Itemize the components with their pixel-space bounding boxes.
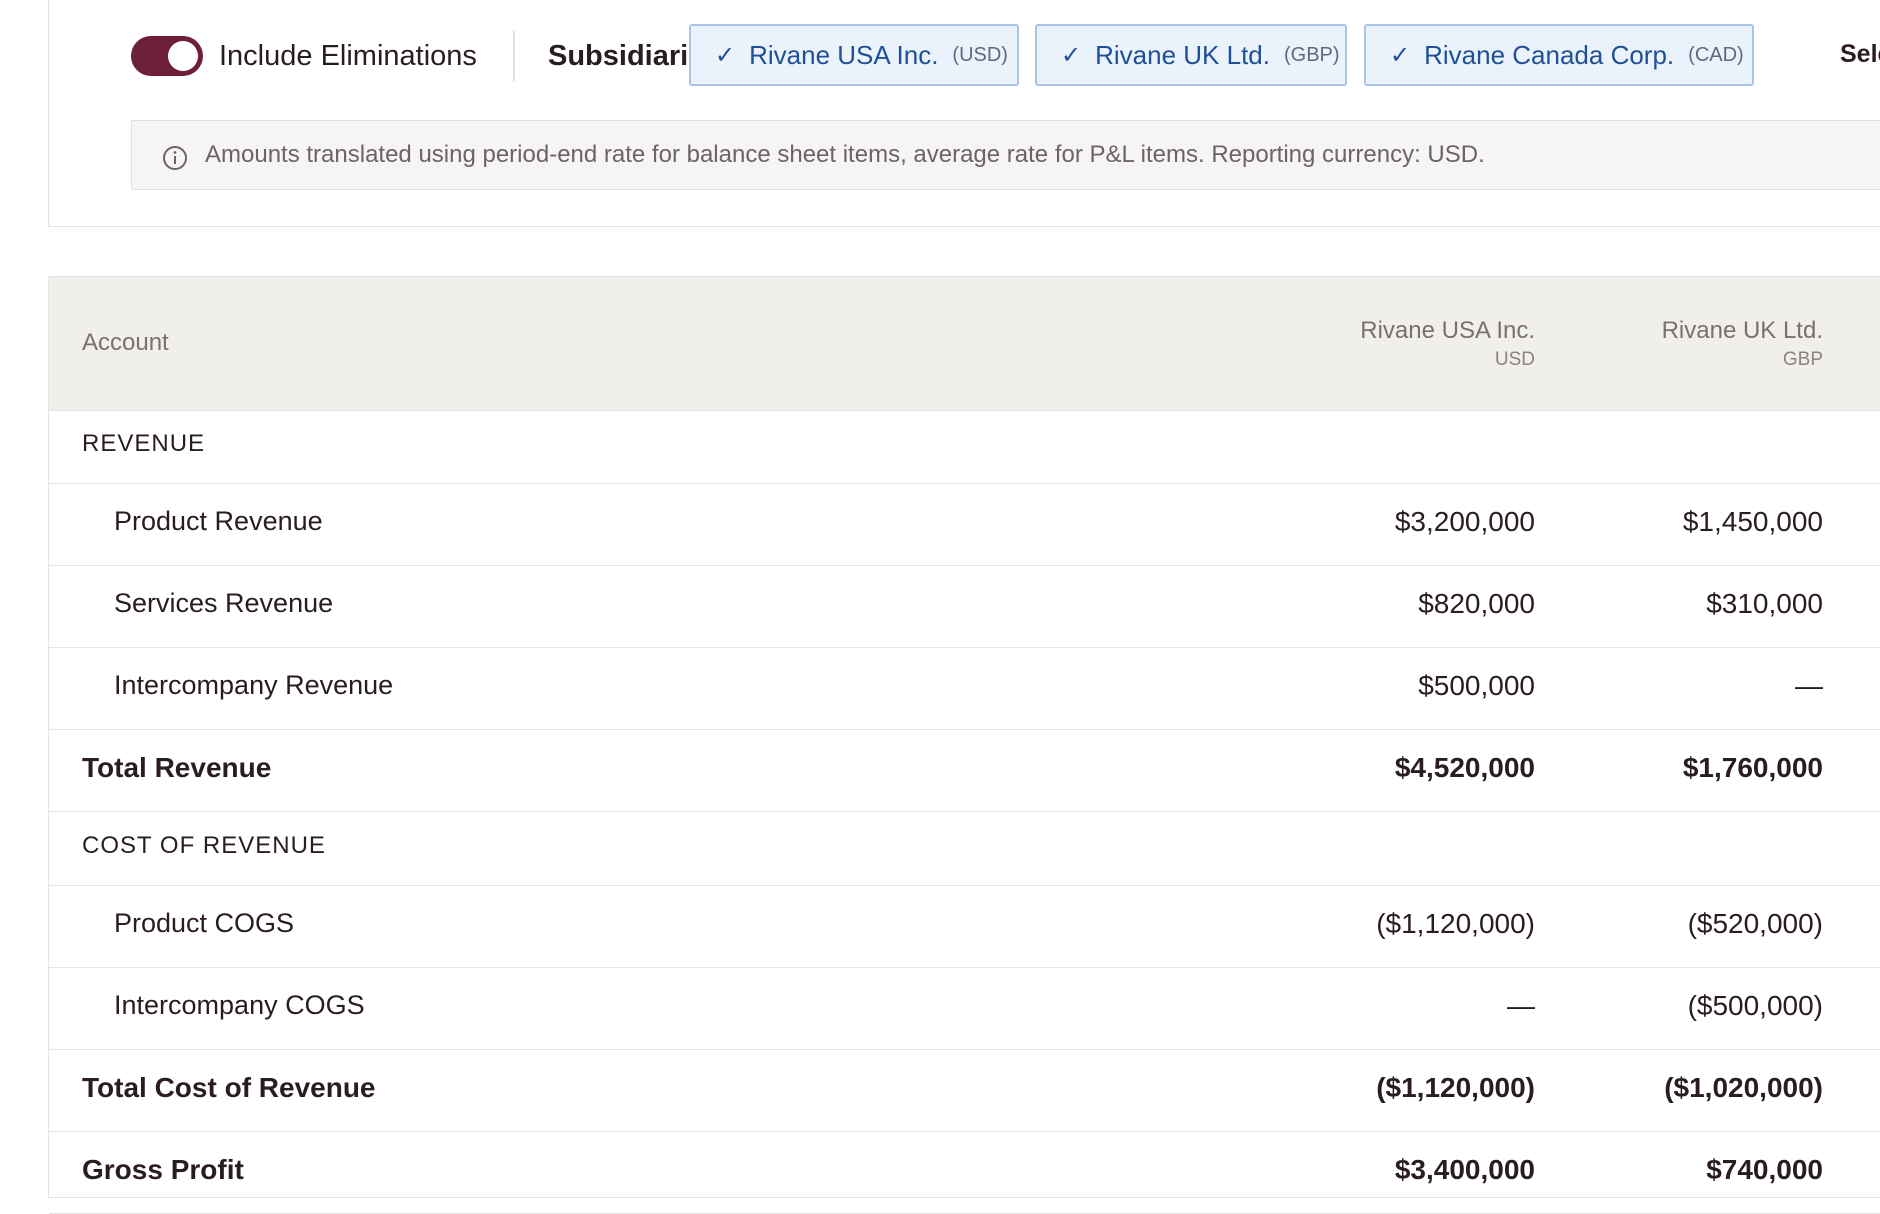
chip-name: Rivane USA Inc. bbox=[749, 39, 939, 70]
account-label: Total Revenue bbox=[82, 752, 272, 783]
amount-uk: ($500,000) bbox=[1687, 990, 1823, 1021]
subsidiary-chip-uk[interactable]: ✓ Rivane UK Ltd. (GBP) bbox=[1035, 24, 1347, 86]
column-header-usa: Rivane USA Inc. USD bbox=[1275, 316, 1535, 374]
amount-usa: $3,400,000 bbox=[1394, 1154, 1535, 1185]
table-row[interactable]: Services Revenue $820,000 $310,000 bbox=[49, 566, 1880, 648]
column-header-currency: GBP bbox=[1782, 349, 1823, 370]
total-row[interactable]: Total Revenue $4,520,000 $1,760,000 bbox=[49, 730, 1880, 812]
amount-uk: $740,000 bbox=[1706, 1154, 1823, 1185]
amount-usa: — bbox=[1507, 990, 1535, 1021]
info-text: Amounts translated using period-end rate… bbox=[205, 141, 1485, 168]
amount-uk: — bbox=[1795, 670, 1823, 701]
column-header-name: Rivane UK Ltd. bbox=[1661, 317, 1823, 344]
column-header-currency: USD bbox=[1494, 349, 1535, 370]
subsidiary-chip-usa[interactable]: ✓ Rivane USA Inc. (USD) bbox=[689, 24, 1019, 86]
toggle-knob bbox=[168, 41, 198, 71]
amount-uk: $310,000 bbox=[1706, 588, 1823, 619]
amount-usa: $4,520,000 bbox=[1394, 752, 1535, 783]
amount-uk: $1,760,000 bbox=[1682, 752, 1823, 783]
check-icon: ✓ bbox=[1061, 41, 1082, 69]
section-header-row: REVENUE bbox=[49, 410, 1880, 484]
info-icon bbox=[163, 146, 187, 170]
check-icon: ✓ bbox=[715, 41, 736, 69]
include-eliminations-toggle[interactable] bbox=[131, 36, 203, 76]
consolidated-income-table: Account Rivane USA Inc. USD Rivane UK Lt… bbox=[48, 276, 1880, 1214]
chip-name: Rivane UK Ltd. bbox=[1095, 39, 1270, 70]
amount-uk: ($520,000) bbox=[1687, 908, 1823, 939]
section-header-row: COST OF REVENUE bbox=[49, 812, 1880, 886]
amount-usa: $500,000 bbox=[1418, 670, 1535, 701]
account-label: Intercompany COGS bbox=[114, 990, 365, 1020]
total-row[interactable]: Gross Profit $3,400,000 $740,000 bbox=[49, 1132, 1880, 1214]
table-row[interactable]: Product Revenue $3,200,000 $1,450,000 bbox=[49, 484, 1880, 566]
amount-usa: $3,200,000 bbox=[1394, 506, 1535, 537]
subsidiary-chip-canada[interactable]: ✓ Rivane Canada Corp. (CAD) bbox=[1364, 24, 1754, 86]
filter-divider bbox=[513, 31, 515, 81]
chip-currency: (USD) bbox=[952, 43, 1008, 66]
account-label: Product Revenue bbox=[114, 506, 323, 536]
account-label: Services Revenue bbox=[114, 588, 334, 618]
account-label: COST OF REVENUE bbox=[82, 832, 326, 859]
account-label: Total Cost of Revenue bbox=[82, 1072, 376, 1103]
select-all-link[interactable]: Select A bbox=[1840, 40, 1880, 69]
column-header-uk: Rivane UK Ltd. GBP bbox=[1563, 316, 1823, 374]
amount-usa: ($1,120,000) bbox=[1376, 1072, 1535, 1103]
account-label: REVENUE bbox=[82, 430, 206, 457]
table-header: Account Rivane USA Inc. USD Rivane UK Lt… bbox=[49, 277, 1880, 411]
table-row[interactable]: Product COGS ($1,120,000) ($520,000) bbox=[49, 886, 1880, 968]
table-row[interactable]: Intercompany COGS — ($500,000) bbox=[49, 968, 1880, 1050]
translation-info-banner: Amounts translated using period-end rate… bbox=[131, 120, 1880, 190]
amount-usa: $820,000 bbox=[1418, 588, 1535, 619]
table-row[interactable]: Intercompany Revenue $500,000 — bbox=[49, 648, 1880, 730]
amount-uk: $1,450,000 bbox=[1682, 506, 1823, 537]
filter-panel: Include Eliminations Subsidiaries: ✓ Riv… bbox=[48, 0, 1880, 227]
check-icon: ✓ bbox=[1390, 41, 1411, 69]
amount-usa: ($1,120,000) bbox=[1376, 908, 1535, 939]
amount-uk: ($1,020,000) bbox=[1664, 1072, 1823, 1103]
column-header-name: Rivane USA Inc. bbox=[1360, 317, 1535, 344]
account-label: Gross Profit bbox=[82, 1154, 244, 1185]
chip-name: Rivane Canada Corp. bbox=[1424, 39, 1675, 70]
account-label: Product COGS bbox=[114, 908, 295, 938]
account-label: Intercompany Revenue bbox=[114, 670, 394, 700]
chip-currency: (GBP) bbox=[1283, 43, 1340, 66]
include-eliminations-label: Include Eliminations bbox=[219, 40, 477, 72]
total-row[interactable]: Total Cost of Revenue ($1,120,000) ($1,020… bbox=[49, 1050, 1880, 1132]
column-header-account: Account bbox=[82, 329, 169, 356]
chip-currency: (CAD) bbox=[1688, 43, 1744, 66]
